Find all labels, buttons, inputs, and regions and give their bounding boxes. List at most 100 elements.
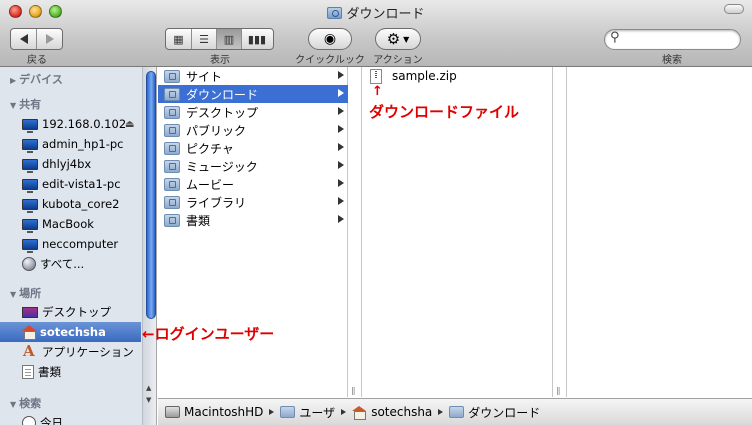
monitor-icon	[22, 218, 38, 233]
view-label: 表示	[210, 55, 230, 66]
sidebar-item-sotechsha[interactable]: sotechsha	[0, 322, 141, 342]
sidebar-item-kubota-core2[interactable]: kubota_core2	[0, 194, 141, 214]
folder-icon	[164, 69, 180, 83]
sidebar-item-edit-vista1-pc[interactable]: edit-vista1-pc	[0, 174, 141, 194]
sidebar-item-applications[interactable]: アプリケーション	[0, 342, 141, 362]
back-button[interactable]	[11, 29, 36, 49]
monitor-icon	[22, 238, 38, 253]
resize-grip-icon: ||	[556, 386, 561, 395]
path-item-downloads[interactable]: ダウンロード	[449, 404, 540, 421]
monitor-icon	[22, 118, 38, 133]
icon-view-button[interactable]: ▦	[166, 29, 191, 49]
chevron-right-icon	[338, 143, 344, 151]
globe-icon	[22, 257, 36, 271]
scroll-down-arrow-icon[interactable]: ▼	[146, 396, 151, 404]
toolbar: ダウンロード 戻る ▦ ☰ ▥ ▮▮▮ 表示 ◉ クイックルック ⚙ ▼ アクシ…	[0, 0, 752, 67]
home-icon	[352, 406, 367, 420]
disclosure-down-icon: ▼	[10, 400, 17, 409]
applications-icon	[22, 342, 38, 360]
sidebar-item-admin-hp1-pc[interactable]: admin_hp1-pc	[0, 134, 141, 154]
sidebar-item-desktop[interactable]: デスクトップ	[0, 302, 141, 322]
chevron-right-icon	[338, 215, 344, 223]
folder-icon	[164, 159, 180, 173]
disclosure-down-icon: ▼	[10, 101, 17, 110]
sidebar-item-neccomputer[interactable]: neccomputer	[0, 234, 141, 254]
sidebar-item-all[interactable]: すべて...	[0, 254, 141, 274]
quicklook-label: クイックルック	[295, 55, 365, 66]
back-forward-control	[10, 28, 63, 50]
file-row-sample-zip[interactable]: sample.zip	[370, 67, 457, 85]
folder-row-movies[interactable]: ムービー	[158, 175, 348, 193]
action-button[interactable]: ⚙ ▼	[375, 28, 421, 50]
downloads-folder-icon	[327, 7, 343, 19]
path-separator-icon	[269, 409, 275, 415]
column-resize-handle[interactable]: ||	[348, 67, 362, 397]
column-resize-handle[interactable]: ||	[553, 67, 567, 397]
coverflow-view-icon: ▮▮▮	[247, 32, 267, 46]
forward-button[interactable]	[36, 29, 62, 49]
sidebar: ▶ デバイス ▼ 共有 192.168.0.102 ⏏ admin_hp1-pc d…	[0, 67, 157, 425]
folder-row-documents[interactable]: 書類	[158, 211, 348, 229]
eject-icon[interactable]: ⏏	[125, 119, 134, 130]
quicklook-button[interactable]: ◉	[308, 28, 352, 50]
list-view-button[interactable]: ☰	[191, 29, 216, 49]
folder-icon	[280, 406, 296, 418]
search-icon: ⚲	[610, 30, 620, 45]
folder-icon	[164, 105, 180, 119]
path-item-macintoshhd[interactable]: MacintoshHD	[165, 405, 263, 419]
scroll-up-arrow-icon[interactable]: ▲	[146, 384, 151, 392]
path-separator-icon	[438, 409, 444, 415]
column-view-icon: ▥	[223, 32, 235, 46]
chevron-right-icon	[338, 161, 344, 169]
sidebar-item-192-168-0-102[interactable]: 192.168.0.102 ⏏	[0, 114, 141, 134]
folder-row-pictures[interactable]: ピクチャ	[158, 139, 348, 157]
sidebar-section-devices[interactable]: ▶ デバイス	[10, 71, 63, 87]
disclosure-right-icon: ▶	[10, 76, 17, 85]
sidebar-section-places[interactable]: ▼ 場所	[10, 285, 41, 301]
forward-arrow-icon	[45, 34, 54, 44]
clock-icon	[22, 416, 36, 425]
home-icon	[22, 325, 36, 340]
annotation-download-file: ダウンロードファイル	[369, 103, 520, 121]
sidebar-item-macbook[interactable]: MacBook	[0, 214, 141, 234]
sidebar-section-search[interactable]: ▼ 検索	[10, 395, 41, 411]
path-bar: MacintoshHD ユーザ sotechsha ダウンロード	[158, 398, 752, 425]
chevron-right-icon	[338, 125, 344, 133]
column-view-button[interactable]: ▥	[216, 29, 241, 49]
window-title-text: ダウンロード	[346, 7, 425, 22]
window-title: ダウンロード	[0, 3, 752, 22]
resize-grip-icon: ||	[351, 386, 356, 395]
folder-row-desktop[interactable]: デスクトップ	[158, 103, 348, 121]
folder-row-downloads[interactable]: ダウンロード	[158, 85, 348, 103]
eye-icon: ◉	[323, 31, 337, 47]
annotation-login-user: ←ログインユーザー	[142, 325, 275, 343]
sidebar-section-shared[interactable]: ▼ 共有	[10, 96, 41, 112]
downloads-folder-icon	[449, 406, 465, 418]
action-label: アクション	[373, 55, 423, 66]
folder-row-music[interactable]: ミュージック	[158, 157, 348, 175]
folder-row-public[interactable]: パブリック	[158, 121, 348, 139]
path-item-users[interactable]: ユーザ	[280, 404, 335, 421]
sidebar-scrollbar[interactable]: ▲ ▼	[142, 67, 156, 425]
chevron-right-icon	[338, 71, 344, 79]
column-home: サイト ダウンロード デスクトップ パブリック ピクチャ ミュージック ムービー…	[158, 67, 348, 397]
column-empty	[568, 67, 752, 397]
chevron-right-icon	[338, 179, 344, 187]
sidebar-scroll-thumb[interactable]	[146, 71, 156, 319]
search-field[interactable]: ⚲	[604, 29, 741, 50]
folder-icon	[164, 195, 180, 209]
search-label: 検索	[662, 55, 682, 66]
folder-row-library[interactable]: ライブラリ	[158, 193, 348, 211]
sidebar-item-dhlyj4bx[interactable]: dhlyj4bx	[0, 154, 141, 174]
chevron-right-icon	[338, 89, 344, 97]
folder-icon	[164, 213, 180, 227]
path-separator-icon	[341, 409, 347, 415]
coverflow-view-button[interactable]: ▮▮▮	[241, 29, 272, 49]
desktop-icon	[22, 306, 38, 318]
sidebar-item-today[interactable]: 今日	[0, 413, 141, 425]
path-item-sotechsha[interactable]: sotechsha	[352, 405, 432, 420]
sidebar-item-documents[interactable]: 書類	[0, 362, 141, 382]
annotation-arrow-up: ↑	[372, 84, 383, 99]
folder-row-sites[interactable]: サイト	[158, 67, 348, 85]
search-input[interactable]	[627, 32, 735, 47]
